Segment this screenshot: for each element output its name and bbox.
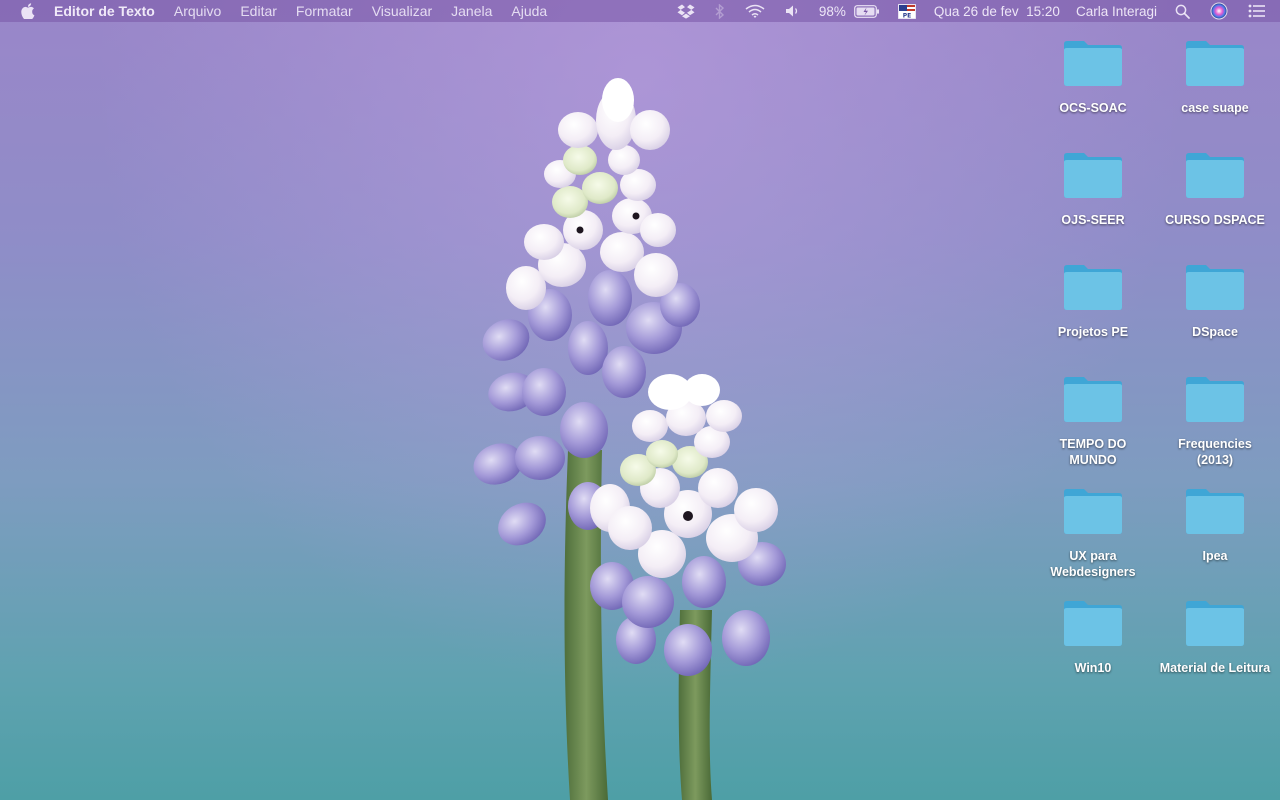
folder-icon xyxy=(1186,41,1244,86)
folder-icon xyxy=(1064,41,1122,86)
siri-icon[interactable] xyxy=(1210,2,1228,20)
folder-dspace[interactable]: DSpace xyxy=(1155,262,1275,340)
folder-case-suape[interactable]: case suape xyxy=(1155,38,1275,116)
folder-icon xyxy=(1186,153,1244,198)
folder-label: Frequencies (2013) xyxy=(1178,437,1252,467)
spotlight-search-icon[interactable] xyxy=(1175,4,1190,19)
folder-label: Material de Leitura xyxy=(1159,661,1271,675)
menu-arquivo[interactable]: Arquivo xyxy=(174,3,221,19)
folder-label: OCS-SOAC xyxy=(1059,101,1127,115)
menu-ajuda[interactable]: Ajuda xyxy=(511,3,547,19)
folder-icon xyxy=(1064,377,1122,422)
menu-visualizar[interactable]: Visualizar xyxy=(372,3,432,19)
battery-icon[interactable] xyxy=(853,4,880,18)
menu-editar[interactable]: Editar xyxy=(240,3,277,19)
folder-ojs-seer[interactable]: OJS-SEER xyxy=(1033,150,1153,228)
folder-label: Ipea xyxy=(1202,549,1228,563)
folder-icon xyxy=(1186,265,1244,310)
folder-icon xyxy=(1186,601,1244,646)
folder-ipea[interactable]: Ipea xyxy=(1155,486,1275,564)
menu-janela[interactable]: Janela xyxy=(451,3,492,19)
folder-tempo-do-mundo[interactable]: TEMPO DO MUNDO xyxy=(1033,374,1153,468)
user-name[interactable]: Carla Interagi xyxy=(1076,4,1157,19)
folder-label: DSpace xyxy=(1192,325,1238,339)
folder-label: Projetos PE xyxy=(1057,325,1129,339)
folder-label: CURSO DSPACE xyxy=(1165,213,1265,227)
folder-icon xyxy=(1186,489,1244,534)
folder-label: case suape xyxy=(1181,101,1249,115)
desktop[interactable]: Editor de Texto Arquivo Editar Formatar … xyxy=(0,0,1280,800)
dropbox-icon[interactable] xyxy=(677,4,695,19)
apple-menu-icon[interactable] xyxy=(20,2,36,20)
folder-icon xyxy=(1064,489,1122,534)
folder-label: TEMPO DO MUNDO xyxy=(1059,437,1127,467)
menu-formatar[interactable]: Formatar xyxy=(296,3,353,19)
folder-label: OJS-SEER xyxy=(1061,213,1125,227)
svg-text:PE: PE xyxy=(903,12,912,19)
app-name-menu[interactable]: Editor de Texto xyxy=(54,3,155,19)
bluetooth-icon[interactable] xyxy=(715,3,725,19)
menu-bar: Editor de Texto Arquivo Editar Formatar … xyxy=(0,0,1280,22)
folder-icon xyxy=(1186,377,1244,422)
battery-percent: 98% xyxy=(818,3,846,19)
wallpaper-hyacinth-flower xyxy=(473,78,786,800)
folder-label: Win10 xyxy=(1074,661,1112,675)
folder-icon xyxy=(1064,153,1122,198)
folder-projetos-pe[interactable]: Projetos PE xyxy=(1033,262,1153,340)
folder-curso-dspace[interactable]: CURSO DSPACE xyxy=(1155,150,1275,228)
date-time[interactable]: Qua 26 de fev 15:20 xyxy=(934,4,1060,19)
folder-icon xyxy=(1064,265,1122,310)
folder-material-de-leitura[interactable]: Material de Leitura xyxy=(1151,598,1279,676)
folder-win10[interactable]: Win10 xyxy=(1033,598,1153,676)
folder-icon xyxy=(1064,601,1122,646)
folder-label: UX para Webdesigners xyxy=(1050,549,1136,579)
folder-frequencies-2013[interactable]: Frequencies (2013) xyxy=(1155,374,1275,468)
volume-icon[interactable] xyxy=(785,4,801,18)
folder-ux-para-webdesigners[interactable]: UX para Webdesigners xyxy=(1033,486,1153,580)
folder-ocs-soac[interactable]: OCS-SOAC xyxy=(1033,38,1153,116)
notification-center-icon[interactable] xyxy=(1248,4,1266,18)
wifi-icon[interactable] xyxy=(745,4,765,19)
input-source-flag-icon[interactable]: PE xyxy=(897,3,916,19)
